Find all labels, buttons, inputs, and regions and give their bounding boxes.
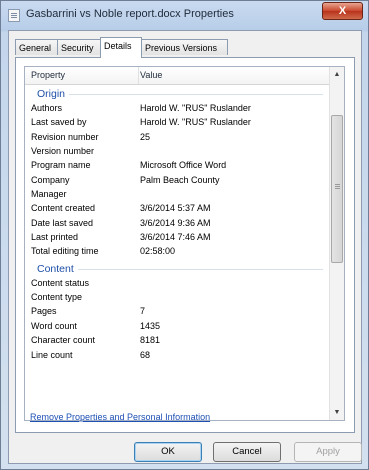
group-divider: [37, 94, 323, 95]
table-row[interactable]: Manager: [25, 188, 331, 202]
property-name: Pages: [31, 306, 57, 317]
window-title: Gasbarrini vs Noble report.docx Properti…: [26, 8, 234, 20]
property-name: Version number: [31, 146, 95, 157]
property-value: 3/6/2014 9:36 AM: [140, 217, 211, 228]
property-value: Harold W. "RUS" Ruslander: [140, 103, 251, 113]
property-value: 68: [140, 349, 151, 360]
property-value: 3/6/2014 5:37 AM: [140, 203, 211, 214]
remove-properties-link[interactable]: Remove Properties and Personal Informati…: [30, 412, 210, 422]
properties-dialog: Gasbarrini vs Noble report.docx Properti…: [0, 0, 369, 470]
property-value: 1435: [140, 320, 161, 331]
property-name: Total editing time: [31, 246, 99, 257]
table-row[interactable]: Line count 68: [25, 349, 331, 363]
group-origin: Origin: [25, 85, 331, 102]
table-row[interactable]: Character count 8181: [25, 334, 331, 348]
table-row[interactable]: Content created 3/6/2014 5:37 AM: [25, 202, 331, 216]
property-name: Word count: [31, 320, 77, 331]
tab-previous-versions[interactable]: Previous Versions: [141, 39, 228, 55]
grip-icon: [335, 184, 340, 185]
property-value: 02:58:00: [140, 246, 176, 257]
property-value: 8181: [140, 335, 161, 346]
table-row[interactable]: Word count 1435: [25, 320, 331, 334]
table-row[interactable]: Total editing time 02:58:00: [25, 245, 331, 259]
property-value: Microsoft Office Word: [140, 160, 227, 171]
group-divider: [37, 268, 323, 270]
table-row[interactable]: Company Palm Beach County: [25, 174, 331, 188]
property-value: 25: [140, 131, 151, 142]
property-name: Content type: [31, 292, 83, 303]
property-name: Last printed: [31, 232, 79, 243]
property-value: 7: [140, 306, 146, 317]
property-name: Authors: [31, 103, 63, 113]
tab-security[interactable]: Security: [57, 39, 101, 55]
property-name: Program name: [31, 160, 91, 171]
property-name: Manager: [31, 189, 67, 200]
property-name: Revision number: [31, 131, 99, 142]
dialog-body: General Security Details Previous Versio…: [8, 30, 362, 464]
property-name: Last saved by: [31, 117, 87, 128]
tab-general[interactable]: General: [15, 39, 58, 55]
table-row[interactable]: Revision number 25: [25, 131, 331, 145]
table-row[interactable]: Date last saved 3/6/2014 9:36 AM: [25, 217, 331, 231]
cancel-button[interactable]: Cancel: [213, 442, 281, 462]
table-row[interactable]: Last saved by Harold W. "RUS" Ruslander: [25, 116, 331, 130]
property-name: Line count: [31, 349, 73, 360]
property-name: Character count: [31, 335, 96, 346]
property-value: Harold W. "RUS" Ruslander: [140, 117, 251, 128]
table-row[interactable]: Content status: [25, 277, 331, 291]
property-value: Palm Beach County: [140, 174, 220, 185]
table-row[interactable]: Content type: [25, 291, 331, 305]
scroll-up-arrow-icon[interactable]: ▲: [330, 67, 344, 82]
property-name: Content created: [31, 203, 96, 214]
table-row[interactable]: Version number: [25, 145, 331, 159]
property-value: 3/6/2014 7:46 AM: [140, 232, 211, 243]
column-divider[interactable]: [138, 67, 139, 84]
tab-details[interactable]: Details: [100, 37, 142, 58]
scroll-down-arrow-icon[interactable]: ▼: [330, 405, 344, 420]
ok-button[interactable]: OK: [134, 442, 202, 462]
close-button[interactable]: X: [322, 2, 363, 20]
list-header: Property Value: [25, 67, 331, 85]
property-rows: Origin Authors Harold W. "RUS" Ruslander …: [25, 85, 331, 363]
vertical-scrollbar[interactable]: ▲ ▼: [329, 67, 344, 420]
title-bar[interactable]: Gasbarrini vs Noble report.docx Properti…: [1, 1, 368, 29]
property-name: Date last saved: [31, 217, 94, 228]
table-row[interactable]: Program name Microsoft Office Word: [25, 159, 331, 173]
property-name: Company: [31, 174, 70, 185]
table-row[interactable]: Authors Harold W. "RUS" Ruslander: [25, 102, 331, 116]
column-header-value[interactable]: Value: [140, 70, 162, 80]
scrollbar-thumb[interactable]: [331, 115, 343, 263]
table-row[interactable]: Last printed 3/6/2014 7:46 AM: [25, 231, 331, 245]
apply-button[interactable]: Apply: [294, 442, 362, 462]
group-label-origin: Origin: [37, 88, 70, 100]
document-icon: [8, 9, 20, 22]
details-panel: Property Value Origin Authors Harold W. "…: [15, 57, 355, 433]
group-label-content: Content: [37, 262, 78, 275]
property-name: Content status: [31, 277, 90, 288]
table-row[interactable]: Pages 7: [25, 305, 331, 319]
column-header-property[interactable]: Property: [31, 70, 65, 80]
properties-list[interactable]: Property Value Origin Authors Harold W. "…: [24, 66, 345, 421]
group-content: Content: [25, 260, 331, 277]
